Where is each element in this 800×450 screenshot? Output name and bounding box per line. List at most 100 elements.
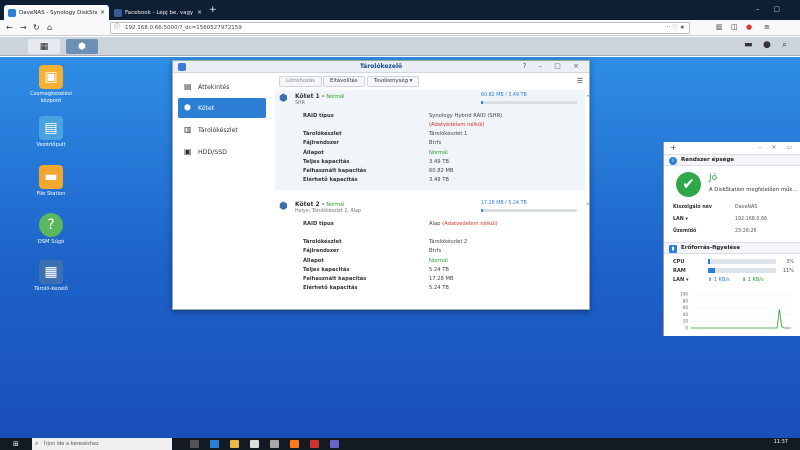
taskbar-search[interactable]: ⌕ Írjon ide a kereséshez [32,438,172,450]
close-tab-icon[interactable]: × [197,9,202,16]
sidebar-item-volume[interactable]: ⬢ Kötet [178,98,266,118]
property-row: Tárolókészlet Tárolókészlet 2 [303,238,498,247]
volume-icon: ⬢ [184,103,191,112]
property-value: 5.24 TB [429,266,449,273]
window-title-bar[interactable]: Tárolókezelő ? – ▢ × [173,61,589,73]
sidebar-item-storage-pool[interactable]: ▥ Tárolókészlet [178,120,266,140]
volume-status: Normál [326,202,345,208]
action-dropdown[interactable]: Tevékenység ▾ [367,76,420,87]
volume-usage-fill [481,101,483,104]
chart-icon: ▮ [669,245,677,253]
browser-tab-bar: DaveNAS - Synology DiskStati × Facebook … [0,0,800,20]
property-value: 3.49 TB [429,177,449,184]
chat-icon[interactable]: ▬ [744,40,753,50]
property-value: 3.49 TB [429,158,449,165]
clock: 11:37 [773,439,788,445]
file-explorer-icon[interactable] [230,440,239,448]
search-icon[interactable]: ⌕ [782,40,787,50]
main-menu-button[interactable]: ▦ [28,39,60,54]
mail-icon[interactable] [270,440,279,448]
add-widget-icon[interactable]: + [670,143,677,152]
y-tick-label: 100 [680,292,688,297]
desktop-icon-file-station[interactable]: ▬ File Station [22,165,80,198]
volume-usage-fill [481,209,483,212]
library-icon[interactable]: ▥ [716,23,723,31]
lan-row: LAN ▾ ⬆ 1 KB/s ⬇ 1 KB/s [664,275,800,284]
create-button[interactable]: Létrehozás [279,76,322,87]
storage-manager-icon: ▦ [39,260,63,284]
volume-header[interactable]: ⬢ Kötet 1 - Normál SHR 60.82 MB / 3.49 T… [275,90,591,110]
storage-pool-icon: ▥ [184,125,192,134]
addon-icon[interactable]: ● [746,23,752,31]
widget-controls[interactable]: – ✕ ▭ [758,144,796,151]
info-row: LAN ▾ 192.168.0.66 [673,217,768,222]
url-bar[interactable]: ⓘ 192.168.0.66:5000/?_dc=1560527972159 ·… [110,22,690,34]
storage-manager-icon: ⬢ [78,41,86,52]
firefox-icon[interactable] [290,440,299,448]
network-series-line [691,309,791,329]
sidebar-item-hdd-ssd[interactable]: ▣ HDD/SSD [178,142,266,162]
checkmark-icon: ✔ [676,172,701,197]
info-icon[interactable]: ⓘ [114,23,120,33]
property-label: Fájlrendszer [303,140,339,147]
volume-subtitle: Helye: Tárolókészlet 2, Alap [295,209,361,214]
info-icon: i [669,157,677,165]
back-icon[interactable]: ← [6,23,13,32]
property-value: Normál [429,257,448,264]
desktop-icon-storage-manager[interactable]: ▦ Tároló-kezelő [22,260,80,293]
store-icon[interactable] [250,440,259,448]
tab-facebook[interactable]: Facebook - Lépj be, vagy regis × [110,5,206,20]
y-tick-label: 20 [683,319,689,324]
app-icon[interactable] [330,440,339,448]
property-row: Elérhető kapacitás 5.24 TB [303,284,498,293]
sidebar-item-overview[interactable]: ▤ Áttekintés [178,77,266,97]
volume-header[interactable]: ⬢ Kötet 2 - Normál Helye: Tárolókészlet … [275,198,591,218]
y-tick-label: 40 [683,312,689,317]
upload-speed: ⬆ 1 KB/s [708,277,730,283]
sidebar-icon[interactable]: ◫ [731,23,738,31]
chevron-up-icon[interactable]: ⌃ [585,202,591,210]
user-icon[interactable]: ● [763,40,771,50]
health-message: A DiskStation megfelelően műk... [709,187,798,193]
remove-button[interactable]: Eltávolítás [323,76,365,87]
sidebar-item-label: HDD/SSD [198,148,227,156]
window-controls[interactable]: ? – ▢ × [523,62,584,70]
close-tab-icon[interactable]: × [100,9,105,16]
desktop-icon-control-panel[interactable]: ▤ Vezérlőpult [22,116,80,149]
app-icon[interactable] [310,440,319,448]
volume-content: Létrehozás Eltávolítás Tevékenység ▾ ☰ ⬢… [275,74,591,309]
reload-icon[interactable]: ↻ [33,23,40,32]
volume-panel-2[interactable]: ⬢ Kötet 2 - Normál Helye: Tárolókészlet … [275,198,591,306]
property-value: 5.24 TB [429,285,449,292]
desktop-icon-dsm-help[interactable]: ? DSM Súgó [22,213,80,246]
sidebar: ▤ Áttekintés ⬢ Kötet ▥ Tárolókészlet ▣ H… [173,74,270,309]
chevron-up-icon[interactable]: ⌃ [585,94,591,102]
download-speed: ⬇ 1 KB/s [742,277,764,283]
edge-icon[interactable] [210,440,219,448]
volume-panel-1[interactable]: ⬢ Kötet 1 - Normál SHR 60.82 MB / 3.49 T… [275,90,591,190]
tab-davenas[interactable]: DaveNAS - Synology DiskStati × [4,5,109,20]
new-tab-button[interactable]: + [209,5,217,15]
search-icon: ⌕ [35,440,39,447]
property-label: Tárolókészlet [303,131,342,137]
desktop-icon-package-center[interactable]: ▣ Csomagkezelési központ [22,65,80,104]
package-center-icon: ▣ [39,65,63,89]
help-icon: ? [39,213,63,237]
window-controls[interactable]: –▢ [756,5,794,13]
lan-dropdown[interactable]: LAN ▾ [673,277,689,283]
synology-favicon-icon [8,8,16,17]
volume-icon: ⬢ [279,93,288,104]
property-row: Tárolókészlet Tárolókészlet 1 [303,130,524,139]
home-icon[interactable]: ⌂ [47,23,52,32]
task-view-icon[interactable] [190,440,199,448]
desktop-icon-label: Csomagkezelési központ [30,91,72,104]
page-actions-icon[interactable]: ··· ♡ ★ [665,23,685,33]
property-row: Teljes kapacitás 3.49 TB [303,158,524,167]
windows-start-icon[interactable]: ⊞ [13,440,19,448]
property-label: Felhasznált kapacitás [303,276,367,283]
menu-icon[interactable]: ≡ [764,23,770,31]
forward-icon[interactable]: → [20,23,27,32]
storage-manager-taskbar-button[interactable]: ⬢ [66,39,98,54]
list-view-icon[interactable]: ☰ [577,77,583,85]
ram-row: RAM 11% [673,268,794,274]
